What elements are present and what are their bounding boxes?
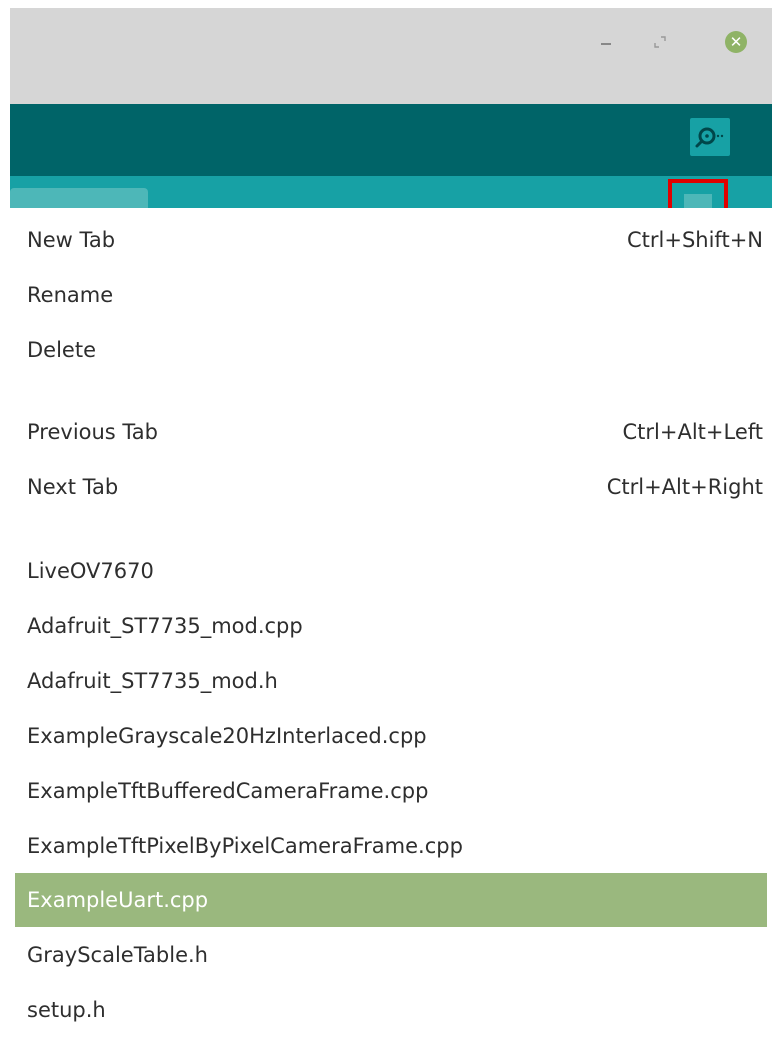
- title-bar: ✕: [10, 8, 772, 104]
- minimize-icon: [601, 43, 611, 45]
- menu-item-label: ExampleUart.cpp: [27, 888, 209, 912]
- minimize-button[interactable]: [592, 28, 620, 56]
- menu-item-label: setup.h: [27, 998, 106, 1022]
- menu-item-file-selected[interactable]: ExampleUart.cpp: [15, 873, 767, 927]
- sketch-tab[interactable]: [10, 188, 148, 208]
- close-icon: ✕: [725, 31, 747, 53]
- maximize-icon: [654, 36, 666, 48]
- menu-item-label: ExampleTftPixelByPixelCameraFrame.cpp: [27, 834, 463, 858]
- menu-item-file[interactable]: ExampleTftBufferedCameraFrame.cpp: [15, 764, 767, 818]
- menu-item-file[interactable]: GrayScaleTable.h: [15, 928, 767, 982]
- menu-item-shortcut: Ctrl+Shift+N: [627, 228, 763, 252]
- menu-item-shortcut: Ctrl+Alt+Left: [622, 420, 764, 444]
- menu-item-next-tab[interactable]: Next Tab Ctrl+Alt+Right: [15, 460, 767, 514]
- menu-item-label: LiveOV7670: [27, 559, 154, 583]
- serial-monitor-button[interactable]: [690, 118, 730, 156]
- menu-item-label: Rename: [27, 283, 114, 307]
- menu-item-label: Adafruit_ST7735_mod.cpp: [27, 614, 303, 638]
- menu-item-label: ExampleTftBufferedCameraFrame.cpp: [27, 779, 429, 803]
- menu-item-delete[interactable]: Delete: [15, 323, 767, 377]
- menu-item-label: ExampleGrayscale20HzInterlaced.cpp: [27, 724, 427, 748]
- tab-menu-button[interactable]: [668, 179, 728, 208]
- menu-item-new-tab[interactable]: New Tab Ctrl+Shift+N: [15, 213, 767, 267]
- menu-item-label: Delete: [27, 338, 96, 362]
- menu-item-label: Previous Tab: [27, 420, 158, 444]
- maximize-button[interactable]: [646, 28, 674, 56]
- menu-item-file[interactable]: Adafruit_ST7735_mod.h: [15, 654, 767, 708]
- dropdown-arrow-icon: [684, 194, 712, 208]
- tab-context-menu: New Tab Ctrl+Shift+N Rename Delete Previ…: [10, 208, 772, 1027]
- menu-item-label: Adafruit_ST7735_mod.h: [27, 669, 278, 693]
- menu-item-file[interactable]: LiveOV7670: [15, 544, 767, 598]
- menu-item-file[interactable]: ExampleTftPixelByPixelCameraFrame.cpp: [15, 819, 767, 873]
- close-button[interactable]: ✕: [722, 28, 750, 56]
- menu-item-label: Next Tab: [27, 475, 119, 499]
- menu-item-label: New Tab: [27, 228, 116, 252]
- menu-item-previous-tab[interactable]: Previous Tab Ctrl+Alt+Left: [15, 405, 767, 459]
- menu-item-file[interactable]: ExampleGrayscale20HzInterlaced.cpp: [15, 709, 767, 763]
- magnifier-icon: [695, 127, 724, 148]
- menu-item-file[interactable]: Adafruit_ST7735_mod.cpp: [15, 599, 767, 653]
- tab-strip: [10, 176, 772, 208]
- menu-item-file[interactable]: setup.h: [15, 983, 767, 1037]
- menu-item-rename[interactable]: Rename: [15, 268, 767, 322]
- menu-item-shortcut: Ctrl+Alt+Right: [606, 475, 763, 499]
- toolbar: [10, 104, 772, 176]
- menu-item-label: GrayScaleTable.h: [27, 943, 208, 967]
